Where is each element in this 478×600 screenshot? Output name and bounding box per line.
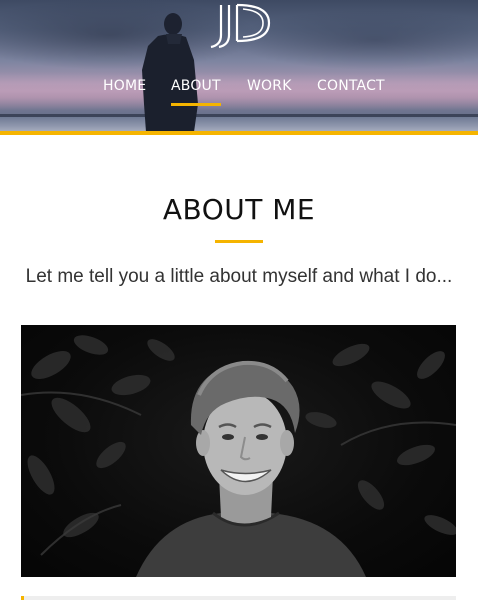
title-underline [215, 240, 263, 243]
hero-header: HOME ABOUT WORK CONTACT [0, 0, 478, 135]
person-silhouette-icon [142, 13, 198, 132]
nav-item-about[interactable]: ABOUT [171, 76, 221, 106]
portrait-image [21, 335, 456, 577]
section-title: ABOUT ME [162, 193, 316, 226]
scroll-progress-track [21, 596, 456, 600]
jd-monogram-logo[interactable] [203, 1, 273, 49]
section-subtitle: Let me tell you a little about myself an… [25, 266, 453, 287]
hero-water [0, 117, 478, 132]
profile-photo [21, 325, 456, 577]
nav-item-work[interactable]: WORK [247, 76, 292, 100]
nav-item-home[interactable]: HOME [103, 76, 146, 100]
nav-item-contact[interactable]: CONTACT [317, 76, 385, 100]
main-navigation: HOME ABOUT WORK CONTACT [0, 76, 478, 106]
header-accent-line [0, 131, 478, 135]
scroll-progress-fill [21, 596, 24, 600]
